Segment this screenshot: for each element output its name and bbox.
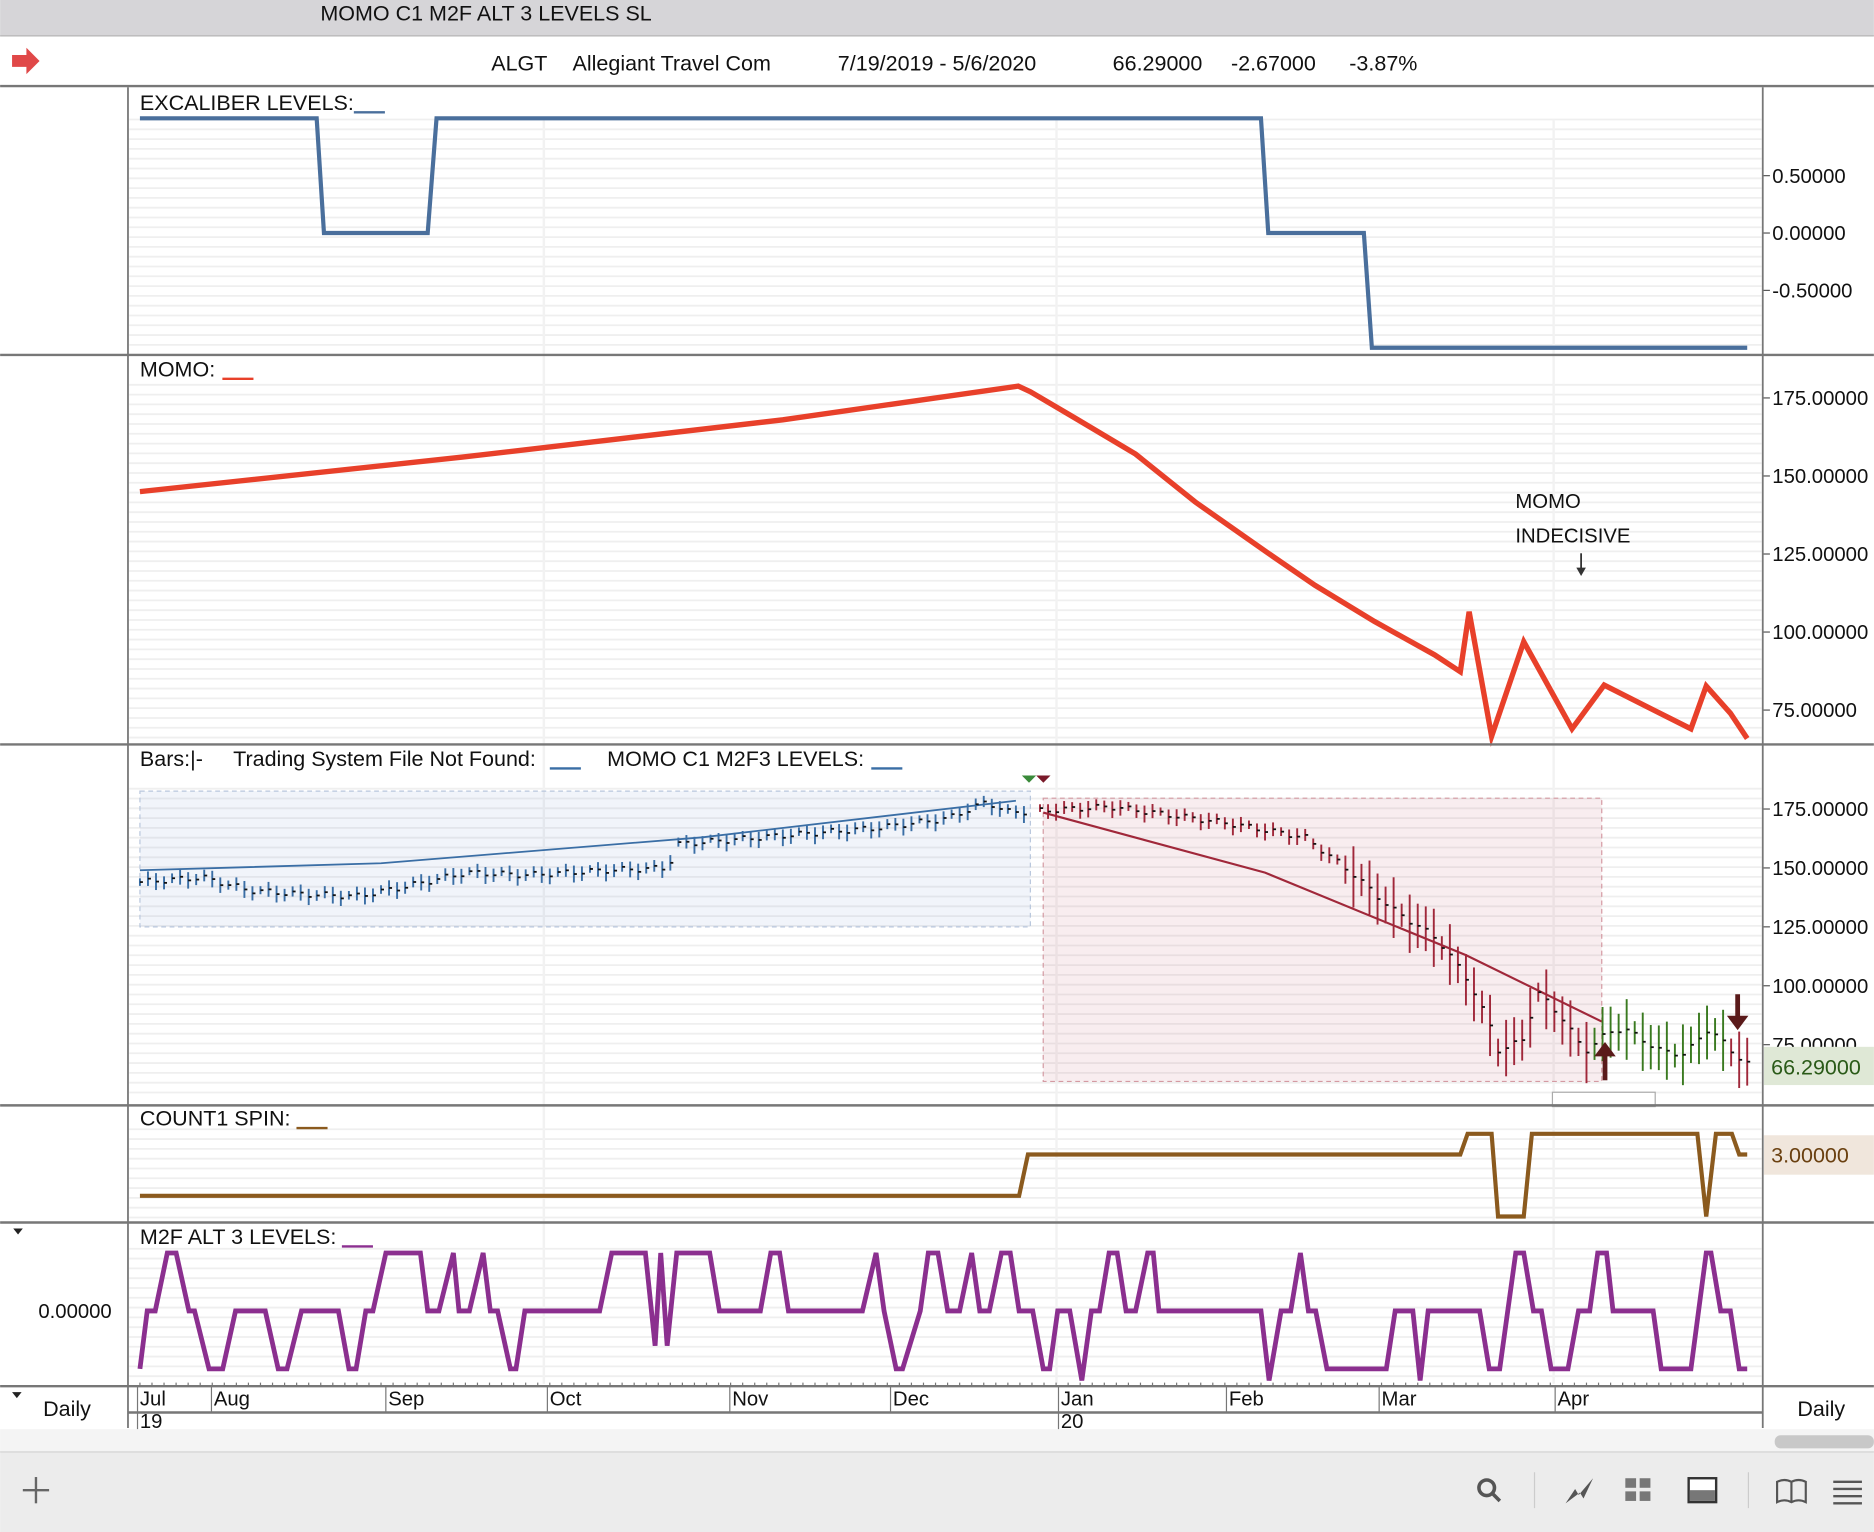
percent-change: -3.87% [1349, 52, 1417, 76]
scrollbar-thumb[interactable] [1774, 1435, 1874, 1449]
bottom-toolbar [0, 1451, 1874, 1532]
month-label: Oct [550, 1388, 582, 1410]
downtrend-zone [1042, 797, 1603, 1083]
bars-title: Bars:|- [140, 747, 203, 771]
count1-title: COUNT1 SPIN: [140, 1107, 291, 1131]
company-name: Allegiant Travel Com [573, 52, 771, 76]
quote-header: ALGT Allegiant Travel Com 7/19/2019 - 5/… [491, 52, 1417, 76]
period-right[interactable]: Daily [1797, 1397, 1845, 1421]
arrow-down-icon [1576, 553, 1586, 576]
trading-system-title: Trading System File Not Found: [233, 747, 536, 771]
month-label: Nov [732, 1388, 769, 1410]
y-tick-label: 0.00000 [38, 1301, 111, 1323]
month-label: Jul [140, 1388, 166, 1410]
y-tick-label: 150.00000 [1772, 858, 1868, 880]
y-tick-label: 0.00000 [1772, 223, 1845, 245]
momo-title: MOMO: [140, 357, 215, 381]
month-label: Dec [893, 1388, 929, 1410]
period-left[interactable]: Daily [43, 1397, 91, 1421]
month-label: Feb [1229, 1388, 1264, 1410]
y-tick-label: 125.00000 [1772, 544, 1868, 566]
momo-line [139, 383, 1750, 747]
y-tick-label: 0.50000 [1772, 166, 1845, 188]
m2f-title: M2F ALT 3 LEVELS: [140, 1225, 336, 1249]
signal-triangles-icon [1021, 775, 1051, 783]
chart-window: MOMO C1 M2F ALT 3 LEVELS SL ALGT Allegia… [0, 0, 1874, 1532]
y-tick-label: -0.50000 [1772, 281, 1852, 303]
panel-icon[interactable] [1687, 1477, 1718, 1504]
y-tick-label: 100.00000 [1772, 622, 1868, 644]
y-tick-label: 175.00000 [1772, 799, 1868, 821]
uptrend-zone [139, 790, 1031, 928]
period-dropdown-icon[interactable] [12, 1392, 22, 1399]
month-label: Aug [214, 1388, 250, 1410]
arrow-right-icon[interactable] [12, 47, 40, 75]
horizontal-scrollbar[interactable] [0, 1429, 1874, 1452]
month-label: Mar [1382, 1388, 1417, 1410]
excaliber-title: EXCALIBER LEVELS: [140, 91, 354, 115]
momo-annotation-line2: INDECISIVE [1515, 526, 1630, 548]
month-label: Sep [388, 1388, 424, 1410]
title-bar [0, 0, 1874, 36]
date-range: 7/19/2019 - 5/6/2020 [838, 52, 1036, 76]
last-price-tag-text: 66.29000 [1771, 1055, 1861, 1079]
last-price: 66.29000 [1113, 52, 1203, 76]
symbol: ALGT [491, 52, 547, 76]
price-change: -2.67000 [1231, 52, 1316, 76]
y-tick-label: 100.00000 [1772, 976, 1868, 998]
y-tick-label: 125.00000 [1772, 917, 1868, 939]
panel-menu-icon[interactable] [13, 1228, 23, 1235]
y-tick-label: 175.00000 [1772, 388, 1868, 410]
y-tick-label: 75.00000 [1772, 700, 1857, 722]
count1-value-tag-text: 3.00000 [1771, 1144, 1849, 1168]
count1-line [139, 1131, 1748, 1219]
window-title: MOMO C1 M2F ALT 3 LEVELS SL [320, 1, 651, 25]
time-axis[interactable]: Jul Aug Sep Oct Nov Dec Jan Feb Mar Apr19 20 [136, 1382, 1744, 1433]
month-label: Apr [1558, 1388, 1590, 1410]
month-label: Jan [1061, 1388, 1094, 1410]
y-tick-label: 150.00000 [1772, 466, 1868, 488]
momo-annotation-line1: MOMO [1515, 491, 1580, 513]
momo-levels-title: MOMO C1 M2F3 LEVELS: [607, 747, 864, 771]
excaliber-line [139, 116, 1748, 350]
